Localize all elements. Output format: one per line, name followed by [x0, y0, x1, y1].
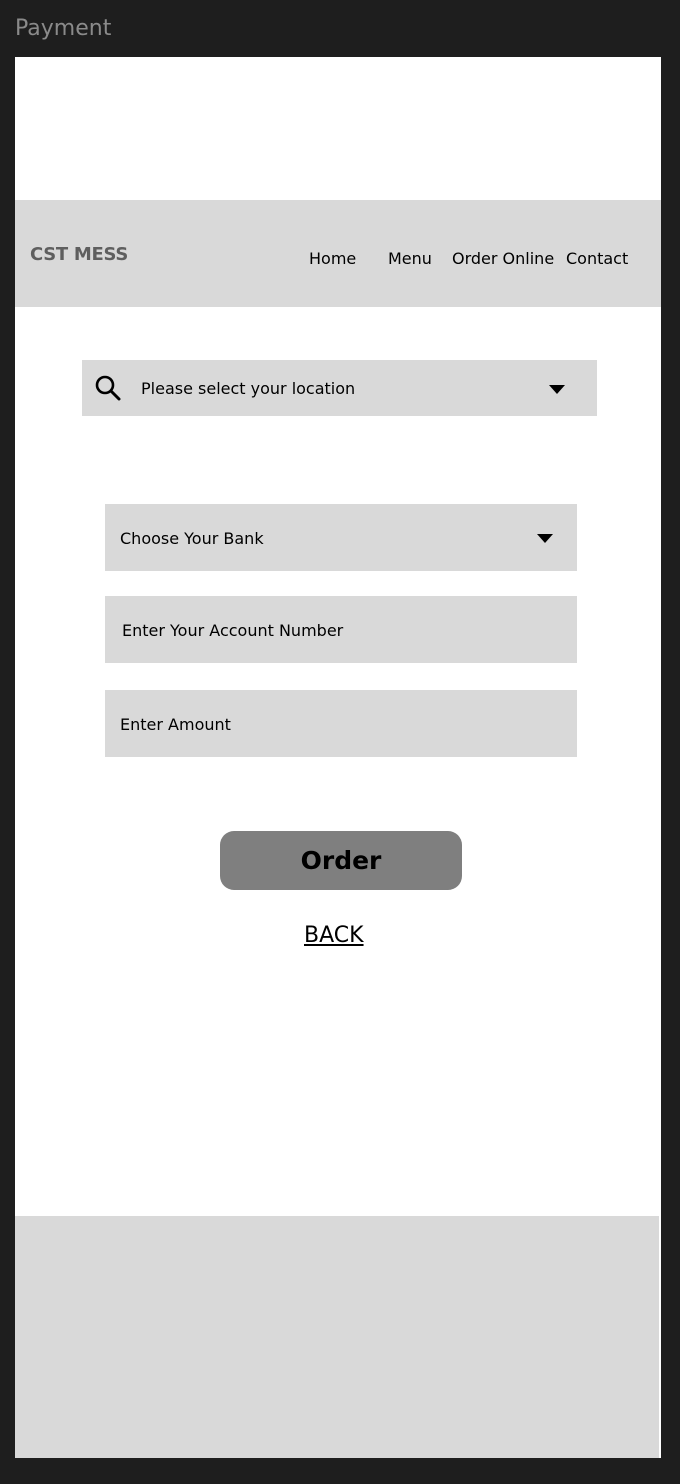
chevron-down-icon: [549, 385, 565, 394]
frame-title: Payment: [15, 16, 112, 41]
search-icon: [95, 375, 121, 401]
bank-select[interactable]: Choose Your Bank: [105, 504, 577, 571]
location-select[interactable]: Please select your location: [82, 360, 597, 416]
nav-link-menu[interactable]: Menu: [388, 249, 432, 268]
bank-select-label: Choose Your Bank: [120, 529, 264, 548]
amount-placeholder: Enter Amount: [120, 715, 231, 734]
navbar: CST MESS Home Menu Order Online Contact: [15, 200, 661, 307]
nav-link-home[interactable]: Home: [309, 249, 356, 268]
payment-page: CST MESS Home Menu Order Online Contact …: [15, 57, 661, 1458]
back-link[interactable]: BACK: [304, 923, 364, 948]
nav-link-contact[interactable]: Contact: [566, 249, 628, 268]
chevron-down-icon: [537, 534, 553, 543]
account-number-field[interactable]: Enter Your Account Number: [105, 596, 577, 663]
nav-link-order-online[interactable]: Order Online: [452, 249, 554, 268]
brand-logo[interactable]: CST MESS: [30, 244, 128, 265]
amount-field[interactable]: Enter Amount: [105, 690, 577, 757]
order-button[interactable]: Order: [220, 831, 462, 890]
location-placeholder: Please select your location: [141, 379, 356, 398]
account-number-placeholder: Enter Your Account Number: [122, 621, 344, 640]
footer: [15, 1216, 659, 1458]
